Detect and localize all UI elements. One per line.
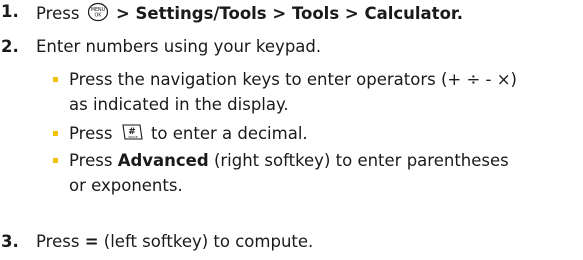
bullet-marker (53, 131, 58, 136)
menu-ok-key-icon: MENU OK (87, 2, 109, 27)
pound-key-icon: # SPACE (120, 122, 144, 149)
bullet-text-pre: Press (69, 151, 113, 170)
step-number: 1. (1, 2, 19, 21)
step-text: Enter numbers using your keypad. (36, 37, 322, 56)
step-text: Press = (left softkey) to compute. (36, 232, 313, 252)
step-text-pre: Press (36, 232, 80, 251)
svg-text:OK: OK (94, 13, 102, 19)
step-text: Press MENU OK > Settings/Tools > Tools >… (36, 2, 463, 27)
step-text-post: (left softkey) to compute. (103, 232, 314, 251)
svg-text:SPACE: SPACE (128, 135, 138, 139)
step-number: 2. (1, 37, 19, 56)
instruction-document: 1. Press MENU OK > Settings/Tools > Tool… (0, 0, 583, 260)
bullet-text-line: as indicated in the display. (69, 95, 289, 114)
advanced-softkey-label: Advanced (117, 151, 209, 170)
bullet-text-line: or exponents. (69, 176, 183, 195)
bullet-text-line: Press the navigation keys to enter opera… (69, 70, 517, 89)
step-text-pre: Press (36, 4, 80, 23)
bullet-marker (53, 77, 58, 82)
step-text-post: > Settings/Tools > Tools > Calculator. (115, 4, 463, 23)
bullet-text-post: to enter a decimal. (150, 124, 308, 143)
bullet-text-pre: Press (69, 124, 113, 143)
svg-text:MENU: MENU (91, 7, 106, 13)
equals-softkey-label: = (84, 232, 99, 251)
step-number: 3. (1, 232, 19, 251)
bullet-marker (53, 158, 58, 163)
bullet-text-post: (right softkey) to enter parentheses (213, 151, 509, 170)
